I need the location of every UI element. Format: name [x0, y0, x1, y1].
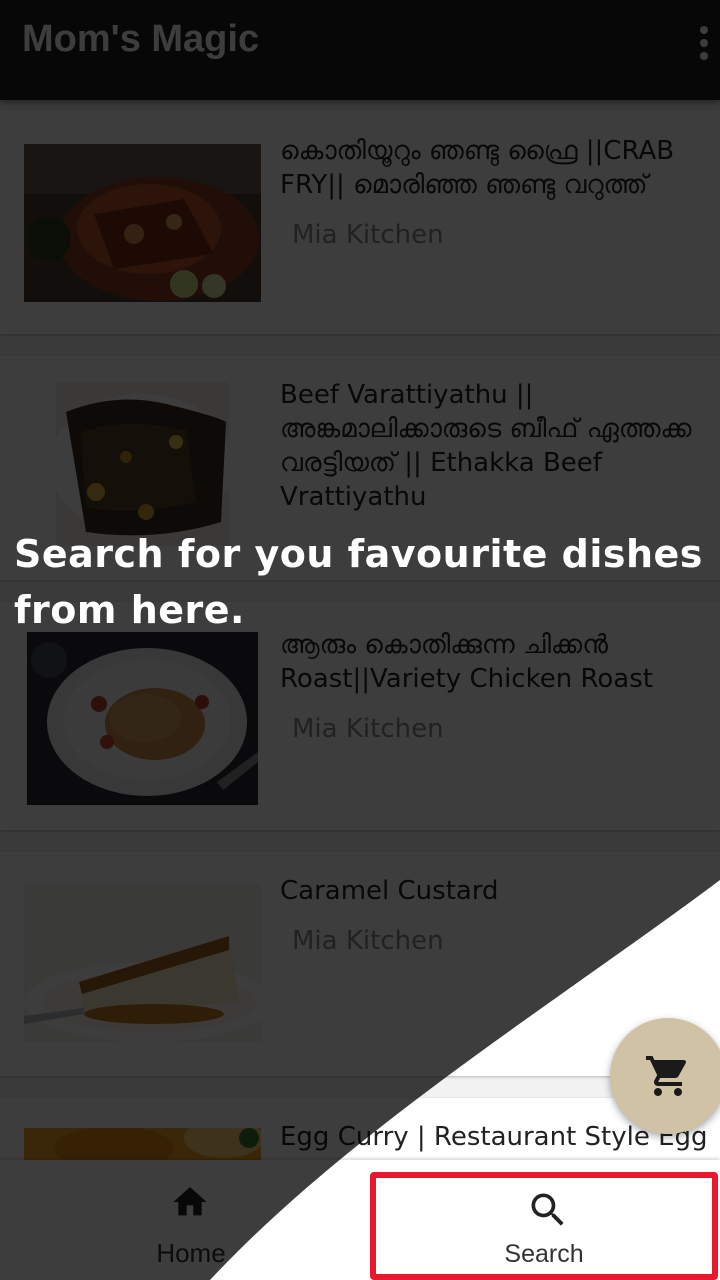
- egg-curry-photo: [24, 1128, 261, 1160]
- app-title: Mom's Magic: [22, 18, 260, 60]
- recipe-card[interactable]: Caramel Custard Mia Kitchen: [0, 852, 720, 1076]
- nav-home-label: Home: [156, 1238, 226, 1268]
- nav-search-button[interactable]: Search: [370, 1172, 718, 1280]
- shopping-cart-icon: [646, 1056, 687, 1096]
- recipe-card[interactable]: കൊതിയൂറും ഞണ്ടു ഫ്രൈ ||CRAB FRY|| മൊരിഞ്…: [0, 110, 720, 334]
- bottom-navigation: Home Search: [0, 1160, 720, 1280]
- recipe-author: Mia Kitchen: [292, 926, 444, 956]
- recipe-title: Caramel Custard: [280, 876, 499, 906]
- recipe-title: കൊതിയൂറും ഞണ്ടു ഫ്രൈ ||CRAB FRY|| മൊരിഞ്…: [280, 136, 675, 200]
- cart-fab-button[interactable]: [610, 1018, 720, 1134]
- more-vert-icon[interactable]: [696, 24, 712, 64]
- coach-mark-text: Search for you favourite dishes from her…: [14, 532, 703, 632]
- home-icon: [173, 1187, 207, 1216]
- nav-search-label: Search: [504, 1240, 584, 1268]
- recipe-title: ആരും കൊതിക്കുന്ന ചിക്കൻ Roast||Variety C…: [280, 630, 653, 694]
- recipe-author: Mia Kitchen: [292, 714, 444, 744]
- search-icon: [531, 1193, 564, 1226]
- crab-fry-photo: [24, 144, 261, 302]
- beef-varattiyathu-photo: [56, 382, 229, 546]
- caramel-custard-photo: [24, 884, 261, 1042]
- recipe-title: Beef Varattiyathu || അങ്കമാലിക്കാരുടെ ബീ…: [280, 380, 692, 512]
- app-bar: Mom's Magic: [0, 0, 720, 100]
- recipe-card[interactable]: Egg Curry | Restaurant Style Egg: [0, 1098, 720, 1160]
- chicken-roast-photo: [27, 632, 258, 805]
- recipe-author: Mia Kitchen: [292, 220, 444, 250]
- nav-home-button[interactable]: Home: [0, 1160, 370, 1280]
